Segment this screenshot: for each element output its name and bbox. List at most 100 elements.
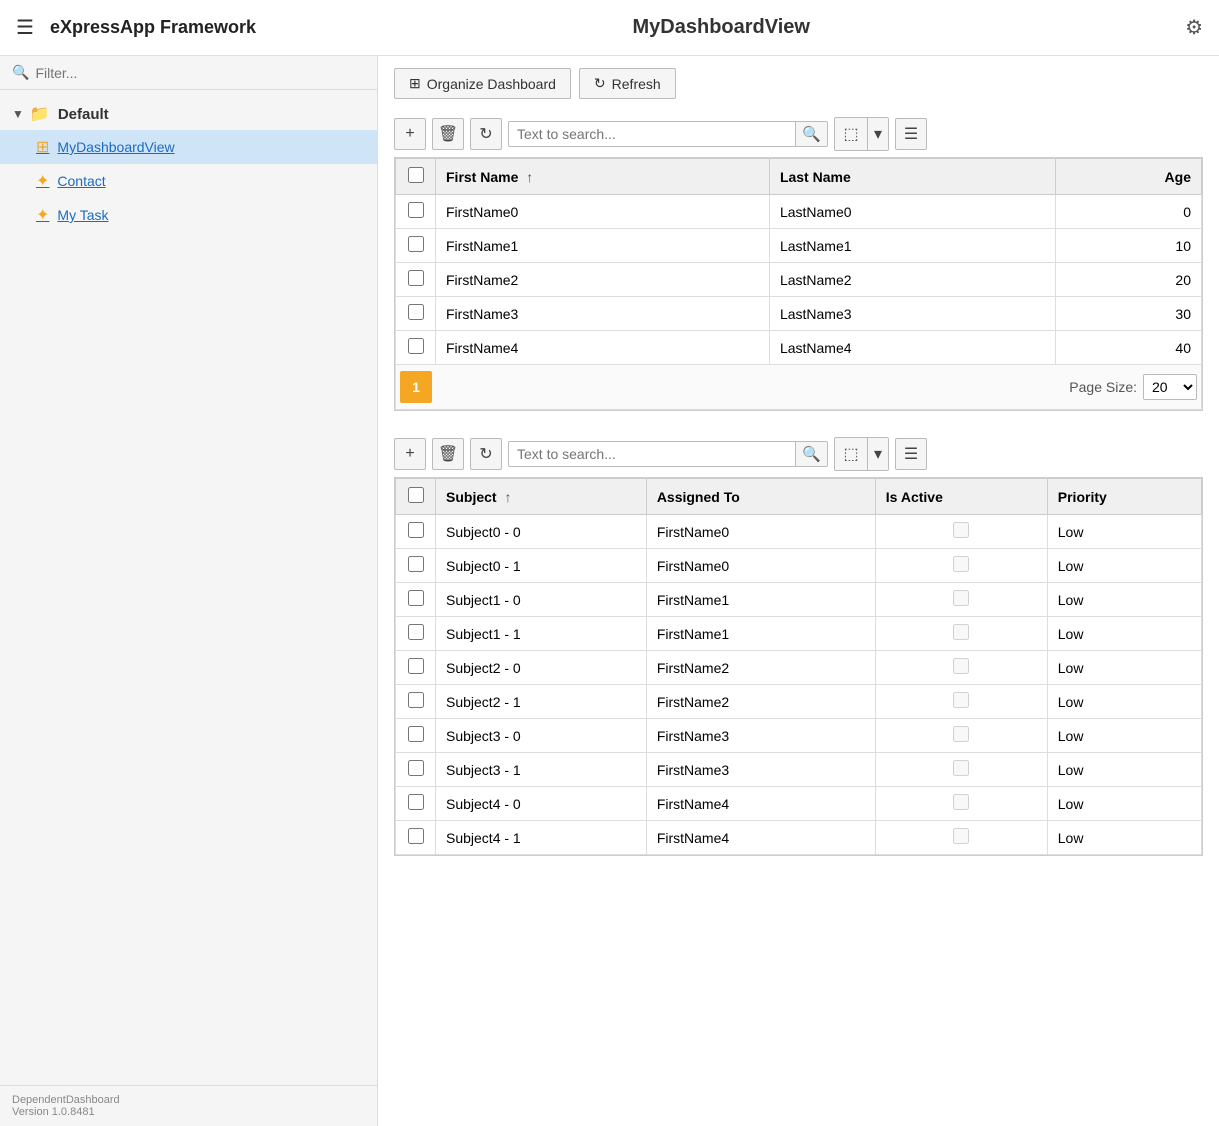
grid2-cell-assignedto: FirstName2 xyxy=(646,685,875,719)
grid1-row-checkbox[interactable] xyxy=(408,236,424,252)
grid1-refresh-button[interactable]: ↻ xyxy=(470,118,502,150)
item-icon-mytask: ✦ xyxy=(36,205,49,225)
grid1-row-checkbox[interactable] xyxy=(408,270,424,286)
grid1-header-age[interactable]: Age xyxy=(1055,159,1201,195)
grid2-search-button[interactable]: 🔍 xyxy=(795,442,827,466)
grid2-header-subject[interactable]: Subject ↑ xyxy=(436,479,647,515)
sidebar-item-contact[interactable]: ✦ Contact xyxy=(0,164,377,198)
grid2-row-checkbox[interactable] xyxy=(408,692,424,708)
grid1-row: FirstName1 LastName1 10 xyxy=(396,229,1202,263)
grid1-column-chooser-button[interactable]: ☰ xyxy=(895,118,927,150)
grid2-isactive-checkbox[interactable] xyxy=(953,726,969,742)
tree-group-default[interactable]: ▼ 📁 Default xyxy=(0,98,377,130)
grid2-isactive-checkbox[interactable] xyxy=(953,590,969,606)
grid1-page-size-group: Page Size: 20 50 100 xyxy=(1069,374,1197,400)
grid2-export-button[interactable]: ⬚ xyxy=(835,438,867,470)
grid1-add-button[interactable]: + xyxy=(394,118,426,150)
grid1-row-checkbox[interactable] xyxy=(408,304,424,320)
grid2-isactive-checkbox[interactable] xyxy=(953,658,969,674)
grid2-row-checkbox-cell xyxy=(396,821,436,855)
grid1-select-all-checkbox[interactable] xyxy=(408,167,424,183)
sidebar-filter-input[interactable] xyxy=(35,65,365,81)
grid2-delete-button[interactable]: 🗑 xyxy=(432,438,464,470)
app-header: ☰ eXpressApp Framework MyDashboardView ⚙ xyxy=(0,0,1219,56)
grid2-isactive-checkbox[interactable] xyxy=(953,794,969,810)
grid2-row-checkbox[interactable] xyxy=(408,794,424,810)
grid2-isactive-checkbox[interactable] xyxy=(953,556,969,572)
grid2-cell-assignedto: FirstName1 xyxy=(646,617,875,651)
grid1-export-button[interactable]: ⬚ xyxy=(835,118,867,150)
grid2-add-button[interactable]: + xyxy=(394,438,426,470)
grid2-select-all-checkbox[interactable] xyxy=(408,487,424,503)
grid1-pagination-bar: 1 Page Size: 20 50 100 xyxy=(395,365,1202,410)
grid1-search-box: 🔍 xyxy=(508,121,828,147)
hamburger-menu-icon[interactable]: ☰ xyxy=(16,15,34,40)
grid2-row-checkbox[interactable] xyxy=(408,828,424,844)
dashboard-toolbar: ⊞ Organize Dashboard ↻ Refresh xyxy=(394,68,1203,99)
grid1-header-lastname[interactable]: Last Name xyxy=(769,159,1055,195)
grid1-search-input[interactable] xyxy=(509,122,795,146)
grid2-cell-assignedto: FirstName4 xyxy=(646,787,875,821)
grid2-column-chooser-button[interactable]: ☰ xyxy=(895,438,927,470)
grid2-search-box: 🔍 xyxy=(508,441,828,467)
sidebar-tree: ▼ 📁 Default ⊞ MyDashboardView ✦ Contact … xyxy=(0,90,377,1085)
grid2-isactive-checkbox[interactable] xyxy=(953,522,969,538)
item-icon-mydashboardview: ⊞ xyxy=(36,137,49,157)
grid2-row-checkbox-cell xyxy=(396,719,436,753)
grid2-isactive-checkbox[interactable] xyxy=(953,828,969,844)
refresh-button[interactable]: ↻ Refresh xyxy=(579,68,676,99)
grid2-header-select-all[interactable] xyxy=(396,479,436,515)
grid2-cell-priority: Low xyxy=(1047,685,1201,719)
grid2-row-checkbox[interactable] xyxy=(408,556,424,572)
grid1-row: FirstName3 LastName3 30 xyxy=(396,297,1202,331)
grid1-cell-lastname: LastName3 xyxy=(769,297,1055,331)
grid1-delete-button[interactable]: 🗑 xyxy=(432,118,464,150)
grid1-page-size-select[interactable]: 20 50 100 xyxy=(1143,374,1197,400)
grid1-page-1-button[interactable]: 1 xyxy=(400,371,432,403)
grid2-row-checkbox[interactable] xyxy=(408,760,424,776)
grid2-isactive-checkbox[interactable] xyxy=(953,692,969,708)
grid2-export-dropdown-button[interactable]: ▾ xyxy=(868,438,888,470)
grid2-cell-subject: Subject1 - 1 xyxy=(436,617,647,651)
grid1-search-button[interactable]: 🔍 xyxy=(795,122,827,146)
grid2-cell-priority: Low xyxy=(1047,753,1201,787)
grid1-cell-firstname: FirstName4 xyxy=(436,331,770,365)
grid2-cell-priority: Low xyxy=(1047,719,1201,753)
sidebar-footer-line1: DependentDashboard xyxy=(12,1094,365,1106)
grid2-row-checkbox[interactable] xyxy=(408,726,424,742)
grid2-search-input[interactable] xyxy=(509,442,795,466)
grid1-col-age-label: Age xyxy=(1165,169,1191,185)
settings-gear-icon[interactable]: ⚙ xyxy=(1185,15,1203,40)
grid2-cell-isactive xyxy=(875,515,1047,549)
grid1-row-checkbox[interactable] xyxy=(408,338,424,354)
grid2-isactive-checkbox[interactable] xyxy=(953,760,969,776)
grid2-header-isactive[interactable]: Is Active xyxy=(875,479,1047,515)
grid2-row-checkbox-cell xyxy=(396,583,436,617)
grid2-header-priority[interactable]: Priority xyxy=(1047,479,1201,515)
sidebar-item-mydashboardview[interactable]: ⊞ MyDashboardView xyxy=(0,130,377,164)
grid2-cell-priority: Low xyxy=(1047,515,1201,549)
grid2-cell-subject: Subject0 - 1 xyxy=(436,549,647,583)
grid2-row-checkbox-cell xyxy=(396,617,436,651)
page-title: MyDashboardView xyxy=(603,16,1186,39)
organize-icon: ⊞ xyxy=(409,75,421,92)
grid2-row-checkbox[interactable] xyxy=(408,658,424,674)
grid1-header-select-all[interactable] xyxy=(396,159,436,195)
grid1-export-dropdown-button[interactable]: ▾ xyxy=(868,118,888,150)
grid2-header-assignedto[interactable]: Assigned To xyxy=(646,479,875,515)
grid1-header-firstname[interactable]: First Name ↑ xyxy=(436,159,770,195)
grid2-cell-assignedto: FirstName0 xyxy=(646,549,875,583)
grid2-cell-assignedto: FirstName2 xyxy=(646,651,875,685)
filter-search-icon: 🔍 xyxy=(12,64,29,81)
grid2-row-checkbox[interactable] xyxy=(408,522,424,538)
grid2-isactive-checkbox[interactable] xyxy=(953,624,969,640)
organize-dashboard-button[interactable]: ⊞ Organize Dashboard xyxy=(394,68,571,99)
app-title: eXpressApp Framework xyxy=(50,17,603,38)
sidebar-item-mytask[interactable]: ✦ My Task xyxy=(0,198,377,232)
grid2-refresh-button[interactable]: ↻ xyxy=(470,438,502,470)
grid2-row-checkbox[interactable] xyxy=(408,590,424,606)
grid2-row-checkbox-cell xyxy=(396,753,436,787)
grid1-row-checkbox[interactable] xyxy=(408,202,424,218)
grid2-export-group: ⬚ ▾ xyxy=(834,437,889,471)
grid2-row-checkbox[interactable] xyxy=(408,624,424,640)
